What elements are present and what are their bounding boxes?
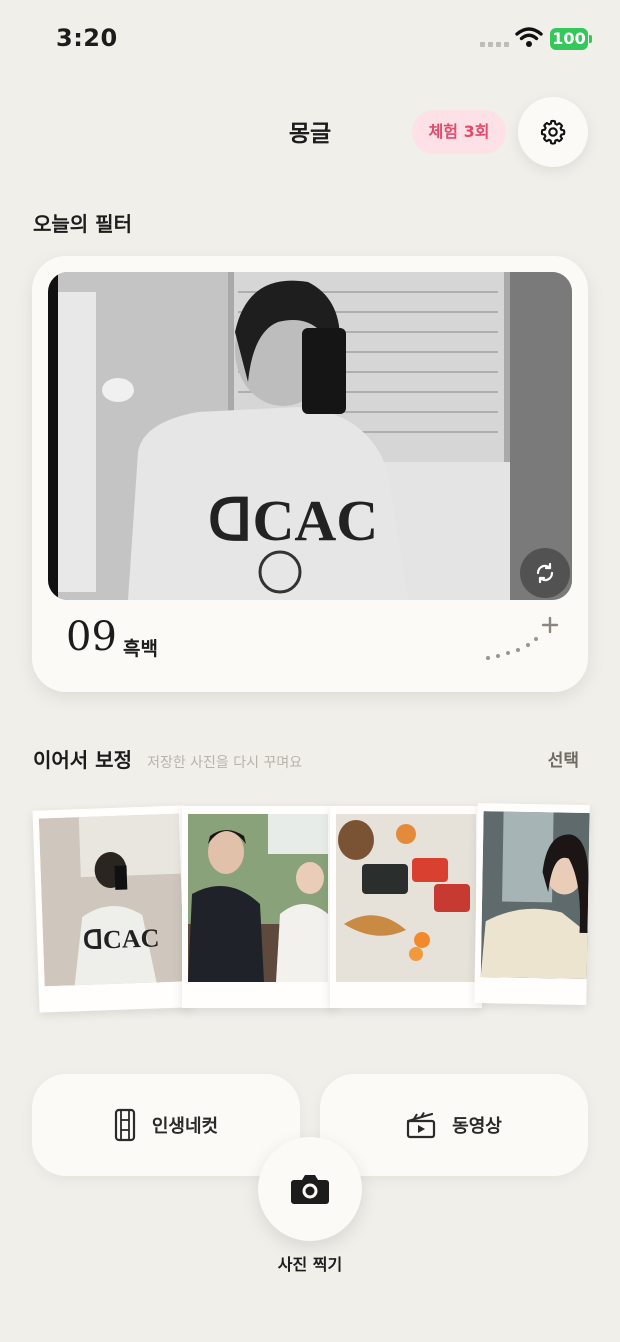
saved-photo-item[interactable] — [474, 803, 590, 1005]
plus-icon[interactable] — [478, 610, 568, 666]
svg-text:ᗡCAC: ᗡCAC — [208, 488, 378, 553]
film-strip-icon — [114, 1108, 135, 1142]
trial-badge[interactable]: 체험 3회 — [412, 110, 506, 154]
select-button[interactable]: 선택 — [548, 746, 579, 771]
settings-button[interactable] — [518, 97, 588, 167]
saved-photo-image: ᗡCAC — [38, 813, 185, 987]
saved-photo-item[interactable] — [182, 806, 336, 1008]
refresh-icon — [536, 562, 554, 584]
filter-preview-photo[interactable]: ᗡCAC — [48, 272, 572, 600]
shuffle-filter-button[interactable] — [520, 548, 570, 598]
four-cut-button[interactable]: 인생네컷 — [32, 1074, 300, 1176]
status-time: 3:20 — [56, 24, 118, 52]
preview-photo-image: ᗡCAC — [48, 272, 572, 600]
take-photo-button[interactable] — [258, 1137, 362, 1241]
svg-text:ᗡCAC: ᗡCAC — [83, 923, 160, 955]
saved-photo-item[interactable]: ᗡCAC — [32, 805, 192, 1013]
continue-edit-title: 이어서 보정 — [33, 748, 132, 772]
video-label: 동영상 — [452, 1116, 502, 1137]
continue-edit-subtitle: 저장한 사진을 다시 꾸며요 — [147, 755, 303, 771]
battery-indicator: 100 — [550, 28, 592, 50]
video-button[interactable]: 동영상 — [320, 1074, 588, 1176]
gear-icon — [540, 119, 566, 145]
continue-edit-header: 이어서 보정 저장한 사진을 다시 꾸며요 선택 — [33, 744, 579, 773]
camera-icon — [291, 1175, 329, 1204]
filter-number: 09 — [66, 614, 117, 660]
status-bar: 3:20 100 — [0, 0, 620, 80]
saved-photo-image — [336, 814, 476, 982]
saved-photo-image — [188, 814, 328, 982]
take-photo-label: 사진 찍기 — [277, 1255, 343, 1274]
wifi-icon — [515, 27, 543, 47]
filter-name: 흑백 — [123, 638, 158, 660]
today-filter-card[interactable]: ᗡCAC 09 흑백 — [32, 256, 588, 692]
saved-photo-image — [480, 811, 590, 979]
clapperboard-icon — [407, 1111, 436, 1139]
saved-photo-item[interactable] — [330, 806, 482, 1008]
four-cut-label: 인생네컷 — [151, 1116, 219, 1137]
today-filter-title: 오늘의 필터 — [33, 212, 132, 236]
cellular-signal-icon — [480, 42, 509, 47]
